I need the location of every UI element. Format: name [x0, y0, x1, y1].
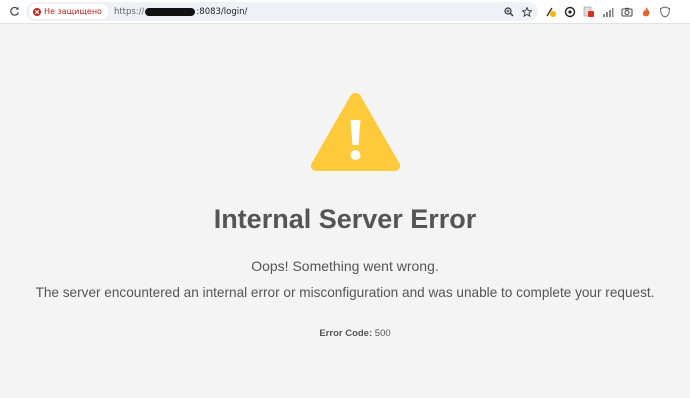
extension-signal-icon[interactable]	[602, 6, 614, 18]
redacted-host	[145, 7, 196, 16]
error-code-value: 500	[374, 328, 391, 339]
security-label: Не защищено	[44, 7, 102, 16]
extension-sync-icon[interactable]	[564, 6, 576, 18]
zoom-icon[interactable]	[504, 6, 514, 17]
error-subtitle: Oops! Something went wrong.	[251, 258, 439, 274]
url-scheme: https://	[113, 6, 145, 17]
extension-pen-icon[interactable]	[545, 6, 557, 18]
url-path: :8083/login/	[196, 6, 248, 17]
address-bar[interactable]: Не защищено https:// :8083/login/	[26, 2, 538, 21]
extension-camera-icon[interactable]	[621, 6, 633, 18]
warning-triangle-icon	[310, 93, 401, 171]
error-code-label: Error Code:	[319, 328, 373, 339]
bookmark-star-icon[interactable]	[522, 6, 532, 17]
reload-button[interactable]	[4, 2, 24, 22]
reload-icon	[9, 6, 19, 16]
page-title: Internal Server Error	[213, 204, 477, 234]
url-text[interactable]: https:// :8083/login/	[114, 7, 247, 17]
security-indicator[interactable]: Не защищено	[29, 4, 108, 19]
extensions-bar	[545, 3, 671, 21]
extension-badge-icon[interactable]	[583, 6, 595, 18]
extension-flame-icon[interactable]	[640, 6, 652, 18]
error-code: Error Code: 500	[0, 328, 690, 339]
error-message: The server encountered an internal error…	[35, 285, 655, 300]
not-secure-icon	[33, 7, 41, 16]
extension-shield-icon[interactable]	[659, 6, 671, 18]
browser-toolbar: Не защищено https:// :8083/login/	[0, 0, 690, 24]
error-page: Internal Server Error Oops! Something we…	[0, 24, 690, 398]
